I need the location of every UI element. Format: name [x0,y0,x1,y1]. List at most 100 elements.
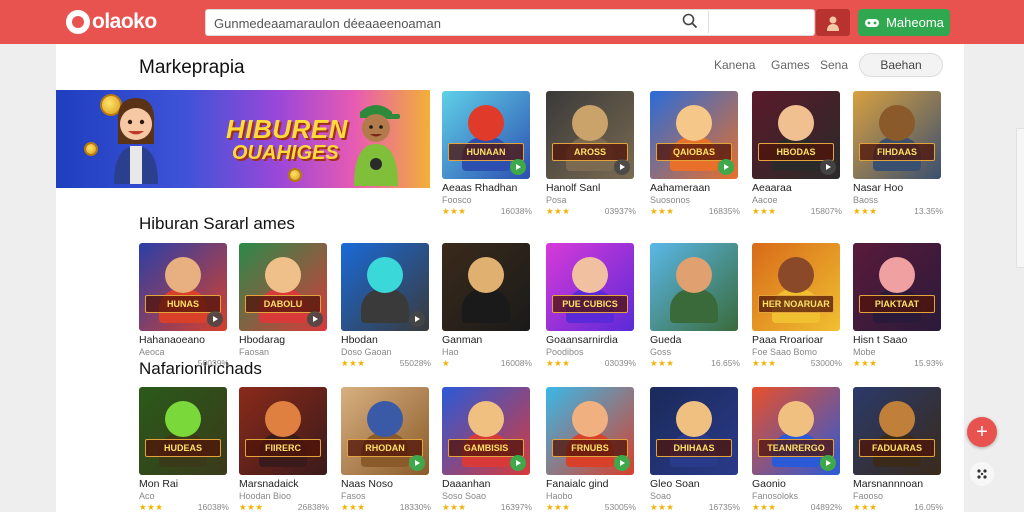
game-thumbnail[interactable]: DHIHAAS [650,387,738,475]
game-title[interactable]: Fanaialc gind [546,478,636,491]
coin-icon [84,142,98,156]
character-head [572,257,608,293]
game-card[interactable]: HUNAS Hahanaoeano Aeoca 50039% [139,243,229,370]
game-title[interactable]: Gaonio [752,478,842,491]
nav-link-kanena[interactable]: Kanena [714,58,755,72]
game-title[interactable]: Aeaas Rhadhan [442,182,532,195]
game-thumbnail[interactable]: GAMBISIS [442,387,530,475]
nav-link-games[interactable]: Games [771,58,810,72]
add-button[interactable]: + [967,417,997,447]
game-card[interactable]: HBODAS Aeaaraa Aacoe ★★★ 15807% [752,91,842,218]
game-title[interactable]: Aeaaraa [752,182,842,195]
game-title[interactable]: Naas Noso [341,478,431,491]
thumbnail-title: PIAKTAAT [859,295,935,313]
game-thumbnail[interactable]: PUE CUBICS [546,243,634,331]
game-thumbnail[interactable]: HBODAS [752,91,840,179]
user-button[interactable] [816,9,850,36]
game-card[interactable]: HUDEAS Mon Rai Aco ★★★ 16038% [139,387,229,512]
play-icon[interactable] [718,159,734,175]
game-card[interactable]: DABOLU Hbodarag Faosan [239,243,329,370]
game-thumbnail[interactable]: DABOLU [239,243,327,331]
game-card[interactable]: GAMBISIS Daaanhan Soso Soao ★★★ 16397% [442,387,532,512]
game-title[interactable]: Nasar Hoo [853,182,943,195]
game-card[interactable]: Gueda Goss ★★★ 16.65% [650,243,740,370]
game-card[interactable]: FRNUBS Fanaialc gind Haobo ★★★ 53005% [546,387,636,512]
game-thumbnail[interactable] [442,243,530,331]
game-title[interactable]: Aahameraan [650,182,740,195]
game-title[interactable]: Hanolf Sanl [546,182,636,195]
game-thumbnail[interactable]: FIIRERC [239,387,327,475]
game-meta: ★ 16008% [442,358,532,370]
dots-icon [977,469,987,479]
game-thumbnail[interactable]: HUNAS [139,243,227,331]
game-card[interactable]: PIAKTAAT Hisn t Saao Mobe ★★★ 15.93% [853,243,943,370]
game-title[interactable]: Ganman [442,334,532,347]
game-card[interactable]: Hbodan Doso Gaoan ★★★ 55028% [341,243,431,370]
game-card[interactable]: QAIOBAS Aahameraan Suosonos ★★★ 16835% [650,91,740,218]
game-title[interactable]: Hisn t Saao [853,334,943,347]
character-head [265,257,301,293]
play-icon[interactable] [409,311,425,327]
game-title[interactable]: Hbodan [341,334,431,347]
game-title[interactable]: Goaansarnirdia [546,334,636,347]
game-title[interactable]: Paaa Rroarioar [752,334,842,347]
game-title[interactable]: Hbodarag [239,334,329,347]
logo[interactable]: olaoko [66,8,157,36]
game-title[interactable]: Gleo Soan [650,478,740,491]
play-icon[interactable] [614,455,630,471]
game-card[interactable]: HER NOARUAR Paaa Rroarioar Foe Saao Bomo ★★… [752,243,842,370]
filter-button[interactable]: Baehan [859,53,943,77]
game-thumbnail[interactable] [650,243,738,331]
game-card[interactable]: AROSS Hanolf Sanl Posa ★★★ 03937% [546,91,636,218]
play-icon[interactable] [207,311,223,327]
game-thumbnail[interactable]: FADUARAS [853,387,941,475]
search-icon[interactable] [682,13,698,29]
play-icon[interactable] [409,455,425,471]
game-thumbnail[interactable]: RHODAN [341,387,429,475]
rating-stars: ★★★ [650,358,675,368]
game-developer: Aacoe [752,195,778,205]
game-title[interactable]: Hahanaoeano [139,334,229,347]
play-icon[interactable] [510,455,526,471]
game-card[interactable]: TEANRERGO Gaonio Fanosoloks ★★★ 04892% [752,387,842,512]
game-card[interactable]: RHODAN Naas Noso Fasos ★★★ 18330% [341,387,431,512]
game-card[interactable]: FADUARAS Marsnannnoan Faooso ★★★ 16.05% [853,387,943,512]
game-thumbnail[interactable]: QAIOBAS [650,91,738,179]
character-head [165,401,201,437]
game-thumbnail[interactable] [341,243,429,331]
hero-banner[interactable]: HIBUREN OUAHIGES [56,90,430,188]
game-thumbnail[interactable]: FIHDAAS [853,91,941,179]
play-icon[interactable] [614,159,630,175]
plus-icon: + [976,420,988,443]
game-title[interactable]: Marsnadaick [239,478,329,491]
search-input[interactable] [214,14,684,32]
game-card[interactable]: HUNAAN Aeaas Rhadhan Foosco ★★★ 16038% [442,91,532,218]
game-title[interactable]: Daaanhan [442,478,532,491]
game-title[interactable]: Mon Rai [139,478,229,491]
game-thumbnail[interactable]: HUDEAS [139,387,227,475]
play-icon[interactable] [820,159,836,175]
game-thumbnail[interactable]: HER NOARUAR [752,243,840,331]
game-thumbnail[interactable]: AROSS [546,91,634,179]
game-thumbnail[interactable]: HUNAAN [442,91,530,179]
play-icon[interactable] [307,311,323,327]
game-card[interactable]: Ganman Hao ★ 16008% [442,243,532,370]
play-icon[interactable] [820,455,836,471]
more-options-button[interactable] [970,462,994,486]
game-card[interactable]: PUE CUBICS Goaansarnirdia Poodibos ★★★ 03039… [546,243,636,370]
game-card[interactable]: FIIRERC Marsnadaick Hoodan Bioo ★★★ 26838% [239,387,329,512]
game-thumbnail[interactable]: PIAKTAAT [853,243,941,331]
game-thumbnail[interactable]: FRNUBS [546,387,634,475]
game-title[interactable]: Marsnannnoan [853,478,943,491]
thumbnail-title: HBODAS [758,143,834,161]
game-card[interactable]: FIHDAAS Nasar Hoo Baoss ★★★ 13.35% [853,91,943,218]
character-body [361,289,409,323]
promo-button[interactable]: Maheoma [858,9,950,36]
scroll-tab[interactable] [1016,128,1024,268]
game-card[interactable]: DHIHAAS Gleo Soan Soao ★★★ 16735% [650,387,740,512]
game-title[interactable]: Gueda [650,334,740,347]
nav-link-sena[interactable]: Sena [820,58,848,72]
game-thumbnail[interactable]: TEANRERGO [752,387,840,475]
game-stat: 26838% [297,502,329,512]
play-icon[interactable] [510,159,526,175]
